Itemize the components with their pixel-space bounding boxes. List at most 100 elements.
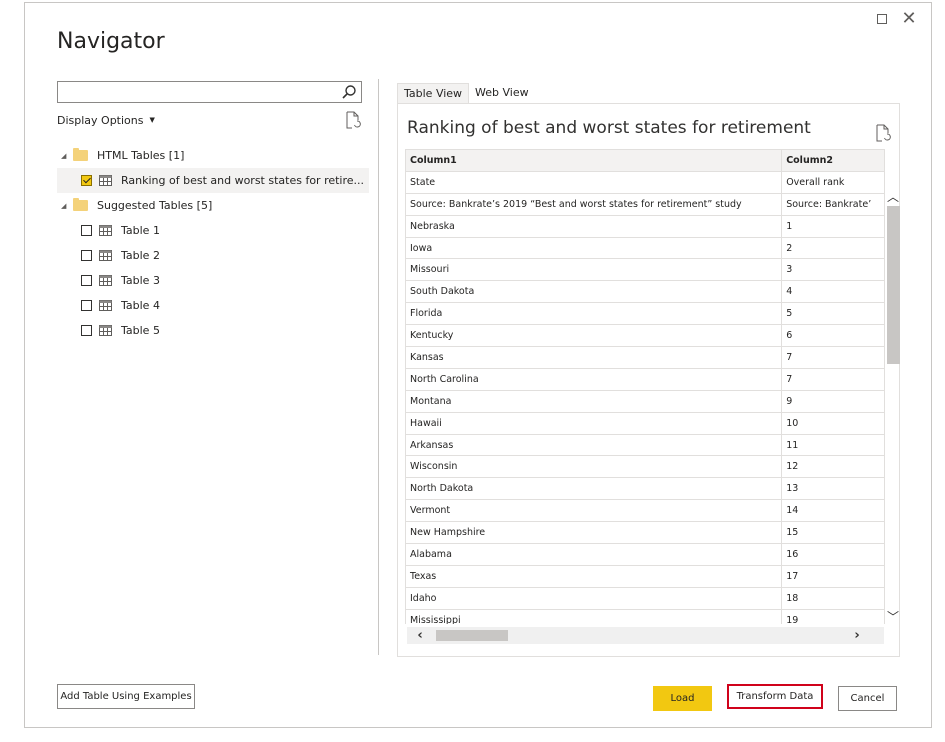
table-cell: Arkansas — [405, 433, 783, 457]
vertical-scrollbar[interactable]: ︿ ﹀ — [884, 184, 901, 625]
table-cell: New Hampshire — [405, 521, 783, 545]
expand-arrow-icon[interactable]: ◢ — [61, 152, 69, 160]
column-header[interactable]: Column2 — [781, 149, 885, 172]
scrollbar-thumb[interactable] — [887, 206, 900, 364]
table-row: North Dakota 13 — [405, 477, 885, 501]
tree-folder[interactable]: ◢ HTML Tables [1] — [57, 143, 369, 168]
tree-item-table[interactable]: Ranking of best and worst states for ret… — [57, 168, 369, 193]
table-cell: Missouri — [405, 258, 783, 282]
table-row: Vermont 14 — [405, 499, 885, 523]
table-cell: Alabama — [405, 543, 783, 566]
tree-item-label: Suggested Tables [5] — [97, 199, 213, 212]
search-icon[interactable] — [341, 84, 357, 100]
tab-table-view[interactable]: Table View — [397, 83, 470, 103]
transform-data-button[interactable]: Transform Data — [727, 684, 823, 709]
table-cell: Mississippi — [405, 608, 783, 624]
display-options-dropdown[interactable]: Display Options ▼ — [57, 114, 155, 127]
table-cell: Hawaii — [405, 411, 783, 435]
table-cell: Kansas — [405, 346, 783, 369]
table-cell: 7 — [781, 346, 885, 369]
checkbox[interactable] — [81, 300, 92, 311]
table-cell: North Dakota — [405, 477, 783, 501]
table-row: Florida 5 — [405, 302, 885, 326]
tree-folder[interactable]: ◢ Suggested Tables [5] — [57, 193, 369, 218]
table-cell: 15 — [781, 521, 885, 545]
preview-title: Ranking of best and worst states for ret… — [407, 118, 811, 138]
checkbox[interactable] — [81, 275, 92, 286]
table-cell: Source: Bankrate’s 2019 “Best and worst … — [405, 192, 783, 216]
table-cell: 12 — [781, 455, 885, 479]
table-row: Nebraska 1 — [405, 214, 885, 238]
chevron-down-icon[interactable]: ﹀ — [886, 608, 900, 625]
table-cell: 5 — [781, 302, 885, 326]
tree-item-table[interactable]: Table 2 — [57, 243, 369, 268]
table-icon — [99, 225, 112, 236]
navigator-dialog: ✕ Navigator Display Options ▼ ◢ HTML Table… — [24, 2, 932, 728]
refresh-icon[interactable] — [345, 111, 361, 129]
scrollbar-thumb[interactable] — [436, 630, 508, 641]
tree-item-table[interactable]: Table 3 — [57, 268, 369, 293]
checkbox[interactable] — [81, 250, 92, 261]
table-cell: 10 — [781, 411, 885, 435]
table-cell: Montana — [405, 389, 783, 413]
table-row: Hawaii 10 — [405, 411, 885, 435]
load-button[interactable]: Load — [653, 686, 712, 711]
tree-item-label: Ranking of best and worst states for ret… — [121, 174, 365, 187]
preview-pane: Ranking of best and worst states for ret… — [397, 103, 900, 657]
table-cell: Texas — [405, 564, 783, 588]
table-row: Kentucky 6 — [405, 324, 885, 348]
table-cell: North Carolina — [405, 367, 783, 391]
table-icon — [99, 175, 112, 186]
expand-arrow-icon[interactable]: ◢ — [61, 202, 69, 210]
tab-web-view[interactable]: Web View — [469, 83, 535, 103]
checkbox[interactable] — [81, 175, 92, 186]
table-cell: Overall rank — [781, 170, 885, 194]
add-table-using-examples-button[interactable]: Add Table Using Examples — [57, 684, 195, 709]
table-row: Mississippi 19 — [405, 608, 885, 624]
table-cell: Idaho — [405, 586, 783, 610]
table-row: Idaho 18 — [405, 586, 885, 610]
table-icon — [99, 300, 112, 311]
tree-item-label: HTML Tables [1] — [97, 149, 185, 162]
table-cell: 9 — [781, 389, 885, 413]
chevron-up-icon[interactable]: ︿ — [886, 188, 900, 205]
maximize-icon[interactable] — [874, 11, 890, 27]
table-cell: 7 — [781, 367, 885, 391]
table-cell: State — [405, 170, 783, 194]
tree-item-table[interactable]: Table 4 — [57, 293, 369, 318]
refresh-icon[interactable] — [875, 124, 891, 142]
chevron-right-icon[interactable]: › — [850, 627, 864, 644]
table-row: New Hampshire 15 — [405, 521, 885, 545]
column-header[interactable]: Column1 — [405, 149, 783, 172]
table-cell: Vermont — [405, 499, 783, 523]
table-row: Texas 17 — [405, 564, 885, 588]
cancel-button[interactable]: Cancel — [838, 686, 897, 711]
panel-divider — [378, 79, 379, 655]
table-cell: 16 — [781, 543, 885, 566]
table-icon — [99, 275, 112, 286]
table-cell: Iowa — [405, 236, 783, 260]
tree-item-label: Table 5 — [121, 324, 160, 337]
search-input[interactable] — [57, 81, 362, 103]
table-row: Source: Bankrate’s 2019 “Best and worst … — [405, 192, 885, 216]
table-row: Alabama 16 — [405, 543, 885, 566]
tree-item-label: Table 4 — [121, 299, 160, 312]
table-cell: 14 — [781, 499, 885, 523]
table-cell: 4 — [781, 280, 885, 304]
chevron-left-icon[interactable]: ‹ — [413, 627, 427, 644]
checkbox[interactable] — [81, 325, 92, 336]
navigator-tree: ◢ HTML Tables [1] Ranking of best and wors… — [57, 143, 369, 343]
tree-item-table[interactable]: Table 5 — [57, 318, 369, 343]
table-row: Wisconsin 12 — [405, 455, 885, 479]
checkbox[interactable] — [81, 225, 92, 236]
table-icon — [99, 250, 112, 261]
dialog-title: Navigator — [57, 29, 165, 54]
view-tabs: Table View Web View — [397, 83, 535, 104]
horizontal-scrollbar[interactable]: ‹ › — [407, 627, 884, 644]
caret-down-icon: ▼ — [149, 116, 155, 124]
data-grid: Column1 Column2 State Overall rank Source:… — [405, 149, 885, 624]
tree-item-table[interactable]: Table 1 — [57, 218, 369, 243]
table-row: State Overall rank — [405, 170, 885, 194]
table-cell: Source: Bankrate’ — [781, 192, 885, 216]
close-icon[interactable]: ✕ — [901, 10, 917, 28]
